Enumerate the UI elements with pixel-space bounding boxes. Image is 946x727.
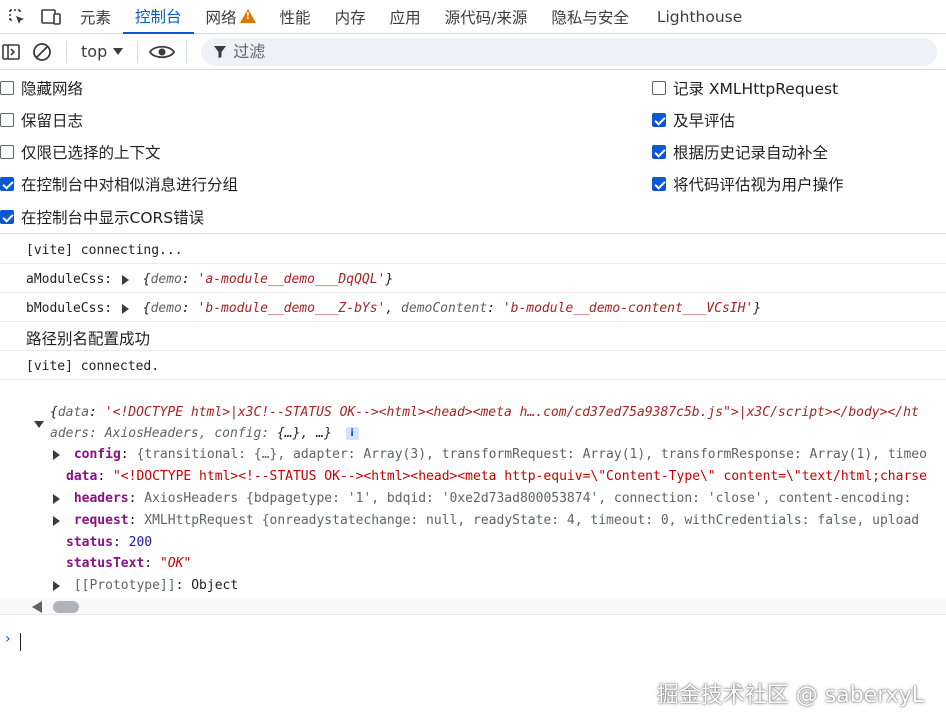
console-message: aModuleCss: {demo: 'a-module__demo___DqQ… [0,264,946,293]
checkbox-selected-context-only[interactable] [0,145,14,159]
device-toolbar-icon[interactable] [34,0,68,34]
scroll-left-arrow-icon[interactable] [32,601,42,613]
toolbar-divider [137,40,139,63]
warning-icon [239,8,256,23]
object-preview-line[interactable]: aders: AxiosHeaders, config: {…}, …} i [50,426,359,441]
message-text: [vite] connected. [26,359,160,374]
setting-autocomplete-history[interactable]: 根据历史记录自动补全 [652,141,828,163]
object-preview[interactable]: {demo: 'a-module__demo___DqQQL'} [143,272,393,287]
filter-box[interactable] [201,37,938,66]
setting-label: 隐藏网络 [21,80,84,98]
context-selector-label: top [81,42,108,61]
message-text: 路径别名配置成功 [26,330,151,348]
message-text: [vite] connecting... [26,243,183,258]
tab-application[interactable]: 应用 [378,0,433,34]
property-row-data[interactable]: data: "<!DOCTYPE html><!--STATUS OK--><h… [66,469,927,484]
console-settings-panel: 隐藏网络 保留日志 仅限已选择的上下文 在控制台中对相似消息进行分组 在控制台中… [0,71,946,234]
tab-performance[interactable]: 性能 [268,0,323,34]
horizontal-scrollbar[interactable] [0,598,946,614]
property-row-config[interactable]: config: {transitional: {…}, adapter: Arr… [53,447,927,462]
filter-funnel-icon [214,45,227,58]
setting-label: 及早评估 [673,112,736,130]
watermark: 掘金技术社区 @ saberxyL [656,683,924,708]
tab-network-label: 网络 [205,8,237,27]
expand-arrow-icon[interactable] [121,274,129,285]
object-preview-line[interactable]: {data: '<!DOCTYPE html>|x3C!--STATUS OK-… [50,405,919,420]
expand-arrow-icon[interactable] [121,303,129,314]
info-icon[interactable]: i [345,427,359,440]
setting-hide-network[interactable]: 隐藏网络 [0,77,83,99]
checkbox-treat-evaluation-as-user-action[interactable] [652,177,666,191]
setting-label: 记录 XMLHttpRequest [673,80,839,98]
console-prompt[interactable]: › [0,631,946,653]
tab-elements[interactable]: 元素 [68,0,123,34]
scrollbar-thumb[interactable] [53,601,79,613]
setting-label: 根据历史记录自动补全 [673,144,829,162]
tab-sources[interactable]: 源代码/来源 [433,0,540,34]
checkbox-eager-evaluation[interactable] [652,113,666,127]
setting-label: 保留日志 [21,112,84,130]
checkbox-hide-network[interactable] [0,81,14,95]
devtools-tab-bar: 元素 控制台 网络 性能 内存 应用 源代码/来源 隐私与安全 Lighthou… [0,0,946,34]
tab-lighthouse[interactable]: Lighthouse [641,0,754,34]
live-expression-eye-icon[interactable] [142,34,182,70]
tab-privacy-security[interactable]: 隐私与安全 [539,0,641,34]
property-row-prototype[interactable]: [[Prototype]]: Object [53,578,238,593]
text-caret [20,633,21,651]
setting-group-similar[interactable]: 在控制台中对相似消息进行分组 [0,173,238,195]
sidebar-toggle-icon[interactable] [0,34,22,70]
console-toolbar: top [0,34,946,70]
tab-network[interactable]: 网络 [194,0,268,34]
filter-input[interactable] [233,42,884,61]
toolbar-divider [186,40,188,63]
setting-treat-evaluation-as-user-action[interactable]: 将代码评估视为用户操作 [652,173,844,195]
checkbox-group-similar[interactable] [0,177,14,191]
context-selector[interactable]: top [71,34,133,70]
console-message: [vite] connected. [0,351,946,380]
checkbox-autocomplete-history[interactable] [652,145,666,159]
message-label: aModuleCss: [26,272,120,287]
expand-arrow-icon[interactable] [53,515,60,526]
setting-label: 将代码评估视为用户操作 [673,176,844,194]
chevron-down-icon [113,47,124,55]
property-row-headers[interactable]: headers: AxiosHeaders {bdpagetype: '1', … [53,491,911,506]
expanded-response-object: {data: '<!DOCTYPE html>|x3C!--STATUS OK-… [0,387,946,615]
checkbox-show-cors-errors[interactable] [0,210,14,224]
object-preview[interactable]: {demo: 'b-module__demo___Z-bYs', demoCon… [143,301,761,316]
checkbox-log-xhr[interactable] [652,81,666,95]
message-label: bModuleCss: [26,301,120,316]
setting-eager-evaluation[interactable]: 及早评估 [652,109,735,131]
collapse-arrow-icon[interactable] [34,421,44,428]
console-message: [vite] connecting... [0,235,946,264]
property-row-statustext: statusText: "OK" [66,556,192,571]
expand-arrow-icon[interactable] [53,493,60,504]
checkbox-preserve-log[interactable] [0,113,14,127]
tab-memory[interactable]: 内存 [323,0,378,34]
setting-preserve-log[interactable]: 保留日志 [0,109,83,131]
toolbar-divider [66,40,67,63]
console-output: [vite] connecting... aModuleCss: {demo: … [0,235,946,727]
console-message: bModuleCss: {demo: 'b-module__demo___Z-b… [0,293,946,322]
property-row-request[interactable]: request: XMLHttpRequest {onreadystatecha… [53,513,919,528]
setting-log-xhr[interactable]: 记录 XMLHttpRequest [652,77,838,99]
setting-label: 在控制台中显示CORS错误 [21,209,205,227]
tab-console[interactable]: 控制台 [123,0,194,34]
expand-arrow-icon[interactable] [53,580,60,591]
clear-console-icon[interactable] [22,34,62,70]
prompt-chevron-icon: › [5,631,11,647]
setting-selected-context-only[interactable]: 仅限已选择的上下文 [0,141,161,163]
setting-show-cors-errors[interactable]: 在控制台中显示CORS错误 [0,206,204,228]
console-message: 路径别名配置成功 [0,322,946,351]
setting-label: 仅限已选择的上下文 [21,144,161,162]
expand-arrow-icon[interactable] [53,449,60,460]
property-row-status: status: 200 [66,535,153,550]
inspect-element-icon[interactable] [0,0,34,34]
setting-label: 在控制台中对相似消息进行分组 [21,176,239,194]
